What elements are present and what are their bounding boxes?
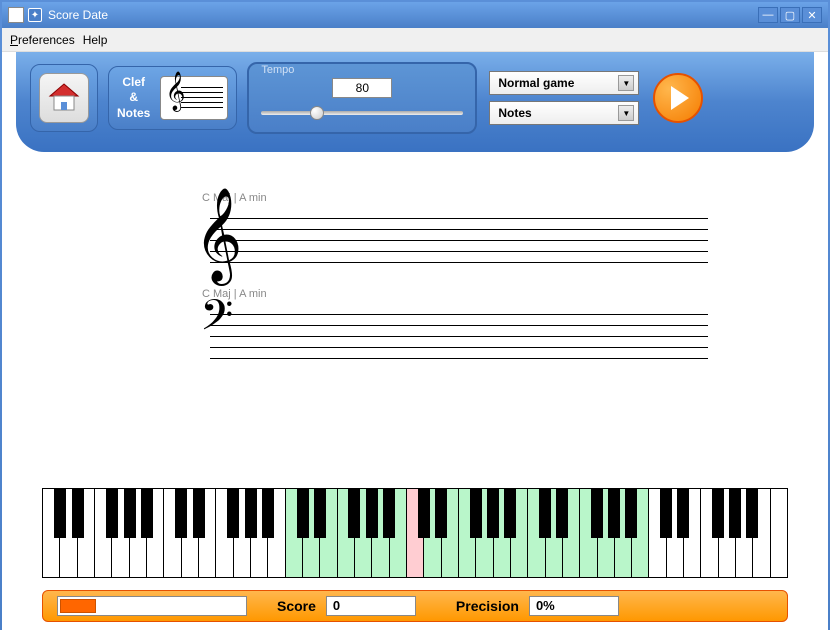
- chevron-down-icon: ▼: [618, 75, 634, 91]
- black-key[interactable]: [245, 489, 257, 538]
- black-key[interactable]: [124, 489, 136, 538]
- black-key[interactable]: [608, 489, 620, 538]
- menu-preferences[interactable]: Preferences: [10, 33, 75, 47]
- score-value: 0: [326, 596, 416, 616]
- game-mode-dropdown[interactable]: Normal game ▼: [489, 71, 639, 95]
- black-key[interactable]: [746, 489, 758, 538]
- bass-key-label: C Maj | A min: [202, 288, 728, 300]
- progress-bar: [57, 596, 247, 616]
- black-key[interactable]: [366, 489, 378, 538]
- progress-fill: [60, 599, 96, 613]
- tempo-slider-thumb[interactable]: [310, 106, 324, 120]
- black-key[interactable]: [712, 489, 724, 538]
- menu-help[interactable]: Help: [83, 33, 108, 47]
- black-key[interactable]: [72, 489, 84, 538]
- black-key[interactable]: [539, 489, 551, 538]
- black-key[interactable]: [729, 489, 741, 538]
- home-button[interactable]: [39, 73, 89, 123]
- game-mode-value: Normal game: [498, 76, 574, 90]
- precision-label: Precision: [456, 598, 519, 614]
- tempo-slider[interactable]: [261, 104, 463, 122]
- titlebar: ✦ Score Date — ▢ ✕: [2, 2, 828, 28]
- black-key[interactable]: [660, 489, 672, 538]
- black-key[interactable]: [314, 489, 326, 538]
- black-key[interactable]: [54, 489, 66, 538]
- bass-staff: 𝄢: [182, 306, 728, 366]
- black-key[interactable]: [556, 489, 568, 538]
- menubar: Preferences Help: [2, 28, 828, 52]
- black-key[interactable]: [227, 489, 239, 538]
- treble-staff: 𝄞: [182, 210, 728, 270]
- play-button[interactable]: [653, 73, 703, 123]
- window-title: Score Date: [48, 8, 108, 22]
- black-key[interactable]: [625, 489, 637, 538]
- piano-keyboard: [2, 488, 828, 586]
- status-bar: Score 0 Precision 0%: [42, 590, 788, 622]
- black-key[interactable]: [348, 489, 360, 538]
- black-key[interactable]: [383, 489, 395, 538]
- black-key[interactable]: [677, 489, 689, 538]
- notes-mode-dropdown[interactable]: Notes ▼: [489, 101, 639, 125]
- app-icon: [8, 7, 24, 23]
- maximize-button[interactable]: ▢: [780, 7, 800, 23]
- black-key[interactable]: [106, 489, 118, 538]
- black-key[interactable]: [297, 489, 309, 538]
- tempo-label: Tempo: [261, 64, 294, 76]
- score-label: Score: [277, 598, 316, 614]
- black-key[interactable]: [193, 489, 205, 538]
- black-key[interactable]: [591, 489, 603, 538]
- black-key[interactable]: [262, 489, 274, 538]
- white-key[interactable]: [771, 489, 787, 577]
- chevron-down-icon: ▼: [618, 105, 634, 121]
- tempo-input[interactable]: [332, 78, 392, 98]
- black-key[interactable]: [504, 489, 516, 538]
- clef-notes-panel[interactable]: Clef & Notes 𝄞: [108, 66, 237, 131]
- bass-clef-icon: 𝄢: [200, 296, 233, 348]
- window-frame: ✦ Score Date — ▢ ✕ Preferences Help Clef…: [0, 0, 830, 630]
- notes-mode-value: Notes: [498, 106, 531, 120]
- play-icon: [671, 86, 689, 110]
- close-button[interactable]: ✕: [802, 7, 822, 23]
- black-key[interactable]: [487, 489, 499, 538]
- staff-area: C Maj | A min 𝄞 C Maj | A min 𝄢: [2, 152, 828, 488]
- treble-key-label: C Maj | A min: [202, 192, 728, 204]
- clef-notes-label: Clef & Notes: [117, 75, 150, 122]
- black-key[interactable]: [175, 489, 187, 538]
- secondary-icon: ✦: [28, 8, 42, 22]
- minimize-button[interactable]: —: [758, 7, 778, 23]
- home-icon: [46, 80, 82, 116]
- treble-clef-icon: 𝄞: [194, 194, 242, 276]
- clef-preview: 𝄞: [160, 76, 228, 120]
- toolbar: Clef & Notes 𝄞 Tempo Norm: [16, 52, 814, 152]
- black-key[interactable]: [141, 489, 153, 538]
- tempo-panel: Tempo: [247, 62, 477, 134]
- treble-clef-icon: 𝄞: [165, 75, 185, 109]
- home-panel: [30, 64, 98, 132]
- black-key[interactable]: [435, 489, 447, 538]
- precision-value: 0%: [529, 596, 619, 616]
- black-key[interactable]: [418, 489, 430, 538]
- black-key[interactable]: [470, 489, 482, 538]
